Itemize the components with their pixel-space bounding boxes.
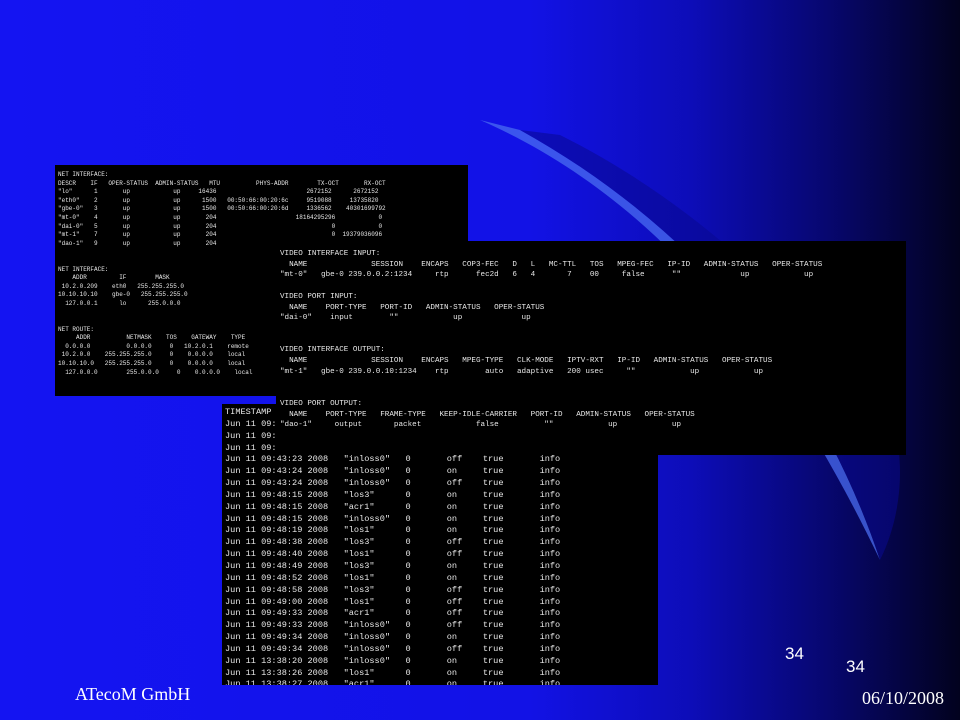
- terminal-line: "dai-0" 5 up up 204 0 0: [58, 222, 383, 230]
- terminal-line: "mt-1" 7 up up 204 0 19379036096: [58, 231, 383, 239]
- terminal-line: "dao-1" output packet false "" up up: [280, 421, 682, 430]
- terminal-line: "mt-0" 4 up up 204 18164295296 0: [58, 213, 383, 221]
- terminal-line: DESCR IF OPER-STATUS ADMIN-STATUS MTU PH…: [58, 179, 386, 187]
- terminal-line: NET INTERFACE:: [58, 171, 109, 178]
- terminal-line: Jun 11 09:48:15 2008 "acr1" 0 on true in…: [225, 501, 561, 512]
- terminal-line: Jun 11 09:43:24 2008 "inloss0" 0 off tru…: [225, 478, 561, 489]
- terminal-line: Jun 11 09:48:52 2008 "los1" 0 on true in…: [225, 572, 561, 583]
- terminal-line: Jun 11 09:49:33 2008 "acr1" 0 off true i…: [225, 608, 561, 619]
- terminal-line: Jun 11 09:48:49 2008 "los3" 0 on true in…: [225, 560, 561, 571]
- slide: NET INTERFACE: DESCR IF OPER-STATUS ADMIN…: [0, 0, 960, 720]
- terminal-line: Jun 11 09:48:58 2008 "los3" 0 off true i…: [225, 584, 561, 595]
- terminal-line: VIDEO INTERFACE INPUT:: [280, 250, 381, 258]
- terminal-line: Jun 11 09:48:38 2008 "los3" 0 off true i…: [225, 537, 561, 548]
- terminal-line: Jun 11 09:48:40 2008 "los1" 0 off true i…: [225, 549, 561, 560]
- terminal-line: NAME PORT-TYPE PORT-ID ADMIN-STATUS OPER…: [280, 303, 545, 312]
- terminal-line: Jun 11 09:48:15 2008 "inloss0" 0 on true…: [225, 513, 561, 524]
- terminal-line: Jun 11 09:43:24 2008 "inloss0" 0 on true…: [225, 466, 561, 477]
- page-number: 34: [785, 644, 804, 663]
- footer-date: 06/10/2008: [862, 688, 945, 708]
- terminal-line: VIDEO INTERFACE OUTPUT:: [280, 346, 385, 355]
- terminal-line: VIDEO PORT INPUT:: [280, 292, 358, 301]
- terminal-line: Jun 11 09:48:15 2008 "los3" 0 on true in…: [225, 489, 561, 500]
- terminal-line: "mt-1" gbe-0 239.0.0.10:1234 rtp auto ad…: [280, 367, 764, 376]
- page-number-secondary: 34: [846, 657, 865, 676]
- terminal-line: Jun 11 13:38:26 2008 "los1" 0 on true in…: [225, 667, 561, 678]
- terminal-line: Jun 11 09:49:34 2008 "inloss0" 0 off tru…: [225, 643, 561, 654]
- terminal-line: NAME SESSION ENCAPS MPEG-TYPE CLK-MODE I…: [280, 357, 773, 366]
- terminal-line: "dai-0" input "" up up: [280, 314, 531, 323]
- terminal-line: Jun 11 13:38:20 2008 "inloss0" 0 on true…: [225, 655, 561, 666]
- terminal-line: Jun 11 09:49:34 2008 "inloss0" 0 on true…: [225, 632, 561, 643]
- terminal-line: VIDEO PORT OUTPUT:: [280, 399, 363, 408]
- terminal-line: "lo" 1 up up 16436 2672152 2672152: [58, 188, 379, 196]
- footer-company: ATecoM GmbH: [75, 684, 191, 704]
- terminal-line: NAME SESSION ENCAPS COP3-FEC D L MC-TTL …: [280, 260, 823, 269]
- terminal-line: Jun 11 13:38:27 2008 "acr1" 0 on true in…: [225, 679, 561, 685]
- terminal-line: "gbe-0" 3 up up 1500 00:50:66:00:20:6d 1…: [58, 205, 386, 213]
- terminal-line: Jun 11 09:49:33 2008 "inloss0" 0 off tru…: [225, 620, 561, 631]
- terminal-line: Jun 11 09:49:00 2008 "los1" 0 off true i…: [225, 596, 561, 607]
- terminal-line: Jun 11 09:43:23 2008 "inloss0" 0 off tru…: [225, 454, 561, 465]
- terminal-line: "mt-0" gbe-0 239.0.0.2:1234 rtp fec2d 6 …: [280, 271, 814, 280]
- terminal-line: "eth0" 2 up up 1500 00:50:66:00:20:6c 95…: [58, 196, 379, 204]
- terminal-line: Jun 11 09:48:19 2008 "los1" 0 on true in…: [225, 525, 561, 536]
- terminal-line: NAME PORT-TYPE FRAME-TYPE KEEP-IDLE-CARR…: [280, 410, 695, 419]
- video-interface-terminal: VIDEO INTERFACE INPUT: NAME SESSION ENCA…: [276, 241, 906, 455]
